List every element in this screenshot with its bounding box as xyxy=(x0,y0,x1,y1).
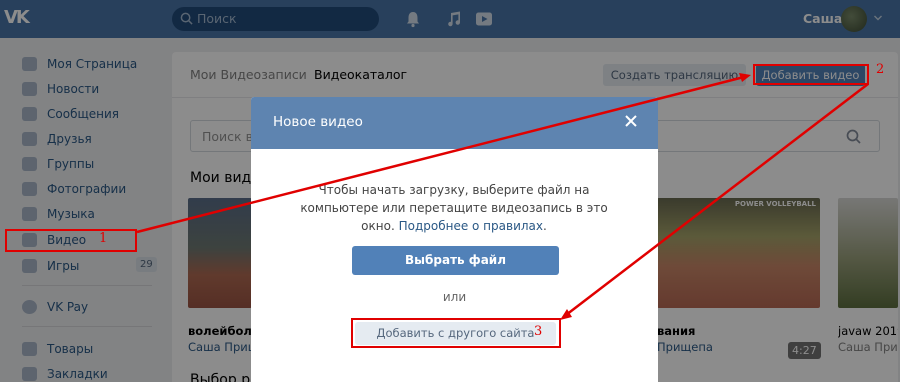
annotation-arrows xyxy=(136,73,869,320)
annotation-arrow xyxy=(136,75,745,234)
annotation-arrow xyxy=(565,83,869,316)
arrow-head xyxy=(739,73,751,82)
